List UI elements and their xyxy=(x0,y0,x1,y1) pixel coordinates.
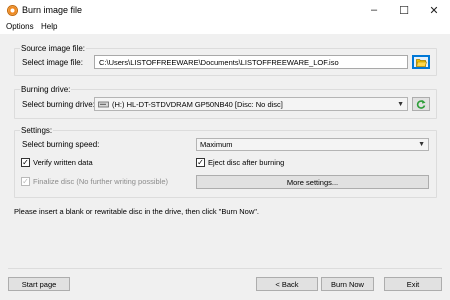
app-disc-icon xyxy=(7,5,18,16)
menu-options[interactable]: Options xyxy=(6,22,34,31)
folder-open-icon xyxy=(415,58,427,67)
image-path-field[interactable]: C:\Users\LISTOFFREEWARE\Documents\LISTOF… xyxy=(94,55,408,69)
check-icon: ✓ xyxy=(196,157,205,167)
exit-button[interactable]: Exit xyxy=(384,277,442,291)
verify-data-checkbox[interactable]: ✓ Verify written data xyxy=(21,158,93,167)
check-icon: ✓ xyxy=(21,157,30,167)
speed-selected-value: Maximum xyxy=(200,140,233,149)
select-drive-label: Select burning drive: xyxy=(22,100,95,109)
window-title: Burn image file xyxy=(22,5,83,15)
minimize-button[interactable]: – xyxy=(359,0,389,20)
refresh-drives-button[interactable] xyxy=(412,97,430,111)
menu-help[interactable]: Help xyxy=(41,22,57,31)
source-group-title: Source image file: xyxy=(20,44,87,53)
eject-disc-checkbox[interactable]: ✓ Eject disc after burning xyxy=(196,158,284,167)
status-message: Please insert a blank or rewritable disc… xyxy=(14,207,260,216)
title-bar: Burn image file – ☐ ✕ xyxy=(0,0,450,20)
maximize-button[interactable]: ☐ xyxy=(389,0,419,20)
drive-select[interactable]: (H:) HL-DT-STDVDRAM GP50NB40 [Disc: No d… xyxy=(94,97,408,111)
eject-disc-label: Eject disc after burning xyxy=(208,158,285,167)
back-button[interactable]: < Back xyxy=(256,277,318,291)
finalize-disc-label: Finalize disc (No further writing possib… xyxy=(33,177,169,186)
menu-bar: Options Help xyxy=(0,20,450,34)
close-button[interactable]: ✕ xyxy=(419,0,449,20)
footer-divider xyxy=(8,268,442,269)
chevron-down-icon: ▼ xyxy=(418,141,425,148)
settings-group-title: Settings: xyxy=(20,126,54,135)
drive-group-title: Burning drive: xyxy=(20,85,72,94)
optical-drive-icon xyxy=(98,101,109,107)
verify-data-label: Verify written data xyxy=(33,158,93,167)
select-image-label: Select image file: xyxy=(22,58,83,67)
browse-button[interactable] xyxy=(412,55,430,69)
check-icon: ✓ xyxy=(21,176,30,186)
chevron-down-icon: ▼ xyxy=(397,100,404,108)
burning-speed-select[interactable]: Maximum ▼ xyxy=(196,138,429,151)
start-page-button[interactable]: Start page xyxy=(8,277,70,291)
refresh-icon xyxy=(416,100,426,109)
finalize-disc-checkbox: ✓ Finalize disc (No further writing poss… xyxy=(21,177,168,186)
burning-speed-label: Select burning speed: xyxy=(22,140,100,149)
more-settings-button[interactable]: More settings... xyxy=(196,175,429,189)
drive-selected-value: (H:) HL-DT-STDVDRAM GP50NB40 [Disc: No d… xyxy=(112,99,283,109)
burn-now-button[interactable]: Burn Now xyxy=(321,277,374,291)
